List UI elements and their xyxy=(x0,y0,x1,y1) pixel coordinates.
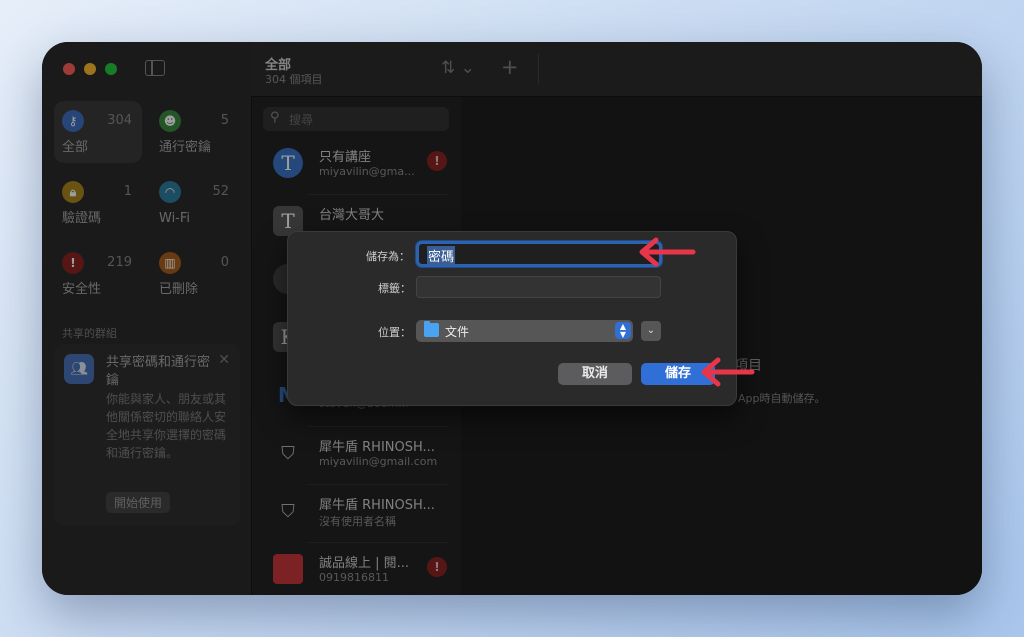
arrow-to-save-as xyxy=(639,237,696,267)
arrow-to-save-button xyxy=(701,357,755,387)
annotation-arrows xyxy=(639,237,755,387)
